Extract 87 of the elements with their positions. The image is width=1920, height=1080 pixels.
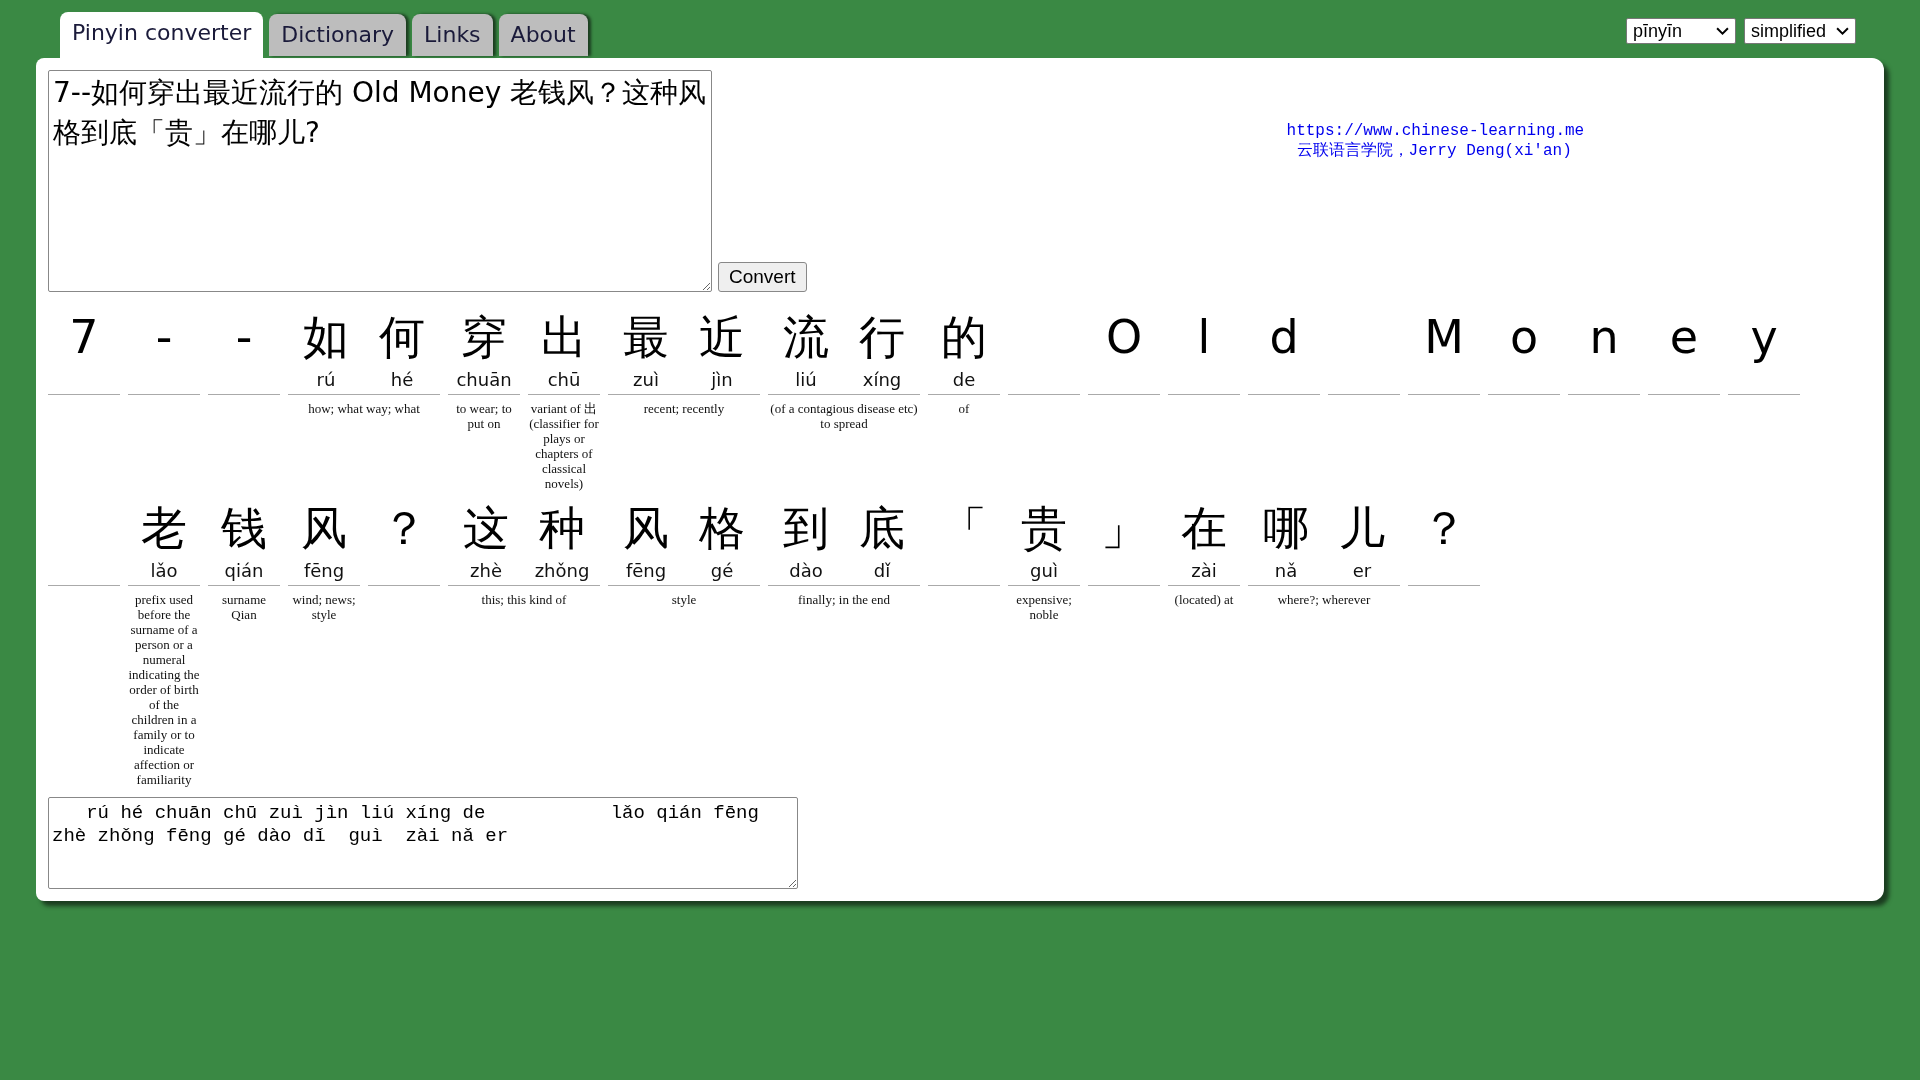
convert-button[interactable]: Convert: [718, 262, 807, 292]
pinyin: guì: [1030, 559, 1058, 583]
character: 最: [623, 309, 669, 366]
author-credit: 云联语言学院，Jerry Deng(xi'an): [1295, 140, 1572, 161]
character: 「: [941, 500, 987, 557]
input-field[interactable]: 7--如何穿出最近流行的 Old Money 老钱风？这种风格到底「贵」在哪儿?: [48, 70, 712, 292]
definition: surname Qian: [220, 592, 267, 622]
character: 格: [699, 500, 745, 557]
character: e: [1669, 309, 1699, 366]
pinyin: lǎo: [150, 559, 178, 583]
pinyin: zuì: [633, 368, 659, 392]
pinyin: zài: [1191, 559, 1217, 583]
definition: where?; wherever: [1276, 592, 1372, 607]
character: 如: [303, 309, 349, 366]
character: 风: [301, 500, 347, 557]
pinyin: nǎ: [1274, 559, 1298, 583]
pinyin: fēng: [303, 559, 345, 583]
character: 7: [69, 309, 99, 366]
pinyin: dào: [789, 559, 823, 583]
character: 这: [463, 500, 509, 557]
character: 穿: [461, 309, 507, 366]
character: 钱: [221, 500, 267, 557]
character: ？: [381, 500, 427, 557]
character: M: [1424, 309, 1464, 366]
pinyin: jìn: [711, 368, 733, 392]
definition: style: [670, 592, 698, 607]
character: 贵: [1021, 500, 1067, 557]
character: 流: [783, 309, 829, 366]
chevron-down-icon: [1836, 26, 1849, 36]
select-dropdown[interactable]: pīnyīn: [1625, 18, 1736, 44]
definition: how; what way; what: [307, 401, 421, 416]
pinyin: dǐ: [873, 559, 891, 583]
character: 近: [699, 309, 745, 366]
definition: expensive; noble: [1015, 592, 1073, 622]
character: 在: [1181, 500, 1227, 557]
definition: this; this kind of: [480, 592, 568, 607]
definition: (located) at: [1173, 592, 1235, 607]
character: ？: [1421, 500, 1467, 557]
pinyin: chuān: [456, 368, 512, 392]
pinyin: rú: [316, 368, 336, 392]
tab[interactable]: Pinyin converter: [60, 12, 264, 58]
character: 」: [1101, 500, 1147, 557]
character: l: [1197, 309, 1211, 366]
character: n: [1589, 309, 1619, 366]
character: o: [1509, 309, 1539, 366]
definition: to wear; to put on: [455, 401, 513, 431]
definition: prefix used before the surname of a person or a numeral indicating the order of birth of the children in a family or to indicate affection or familiarity: [128, 592, 200, 787]
tab[interactable]: Dictionary: [269, 14, 407, 56]
character: y: [1750, 309, 1778, 366]
definition: (of a contagious disease etc) to spread: [769, 401, 919, 431]
definition: finally; in the end: [796, 592, 892, 607]
website-link[interactable]: https://www.chinese-learning.me: [1286, 122, 1585, 140]
character: 哪: [1263, 500, 1309, 557]
pinyin: qián: [224, 559, 264, 583]
definition: recent; recently: [642, 401, 726, 416]
pinyin: hé: [390, 368, 414, 392]
pinyin: er: [1352, 559, 1372, 583]
definition: wind; news; style: [291, 592, 357, 622]
character: -: [155, 309, 173, 366]
pinyin: liú: [795, 368, 817, 392]
pinyin: chū: [547, 368, 581, 392]
pinyin: de: [952, 368, 976, 392]
character: 风: [623, 500, 669, 557]
character: 种: [539, 500, 585, 557]
character: 底: [859, 500, 905, 557]
pinyin: zhè: [470, 559, 502, 583]
character: 到: [783, 500, 829, 557]
character: 何: [379, 309, 425, 366]
character: O: [1105, 309, 1143, 366]
tab[interactable]: Links: [412, 14, 493, 56]
character: 出: [541, 309, 587, 366]
output-field[interactable]: rú hé chuān chū zuì jìn liú xíng de lǎo qián fēng zhè zhǒng fēng gé dào dǐ guì zài nǎ er: [48, 797, 798, 889]
character: 老: [141, 500, 187, 557]
select-dropdown[interactable]: simplified: [1743, 18, 1856, 44]
character: -: [235, 309, 253, 366]
pinyin: gé: [710, 559, 734, 583]
character: 行: [859, 309, 905, 366]
definition: variant of 出 (classifier for plays or chapters of classical novels): [528, 401, 600, 491]
character: d: [1269, 309, 1299, 366]
tab[interactable]: About: [498, 14, 588, 56]
pinyin: xíng: [862, 368, 902, 392]
character: 的: [941, 309, 987, 366]
pinyin: zhǒng: [534, 559, 590, 583]
definition: of: [957, 401, 971, 416]
pinyin: fēng: [625, 559, 667, 583]
chevron-down-icon: [1715, 26, 1729, 36]
character: 儿: [1339, 500, 1385, 557]
